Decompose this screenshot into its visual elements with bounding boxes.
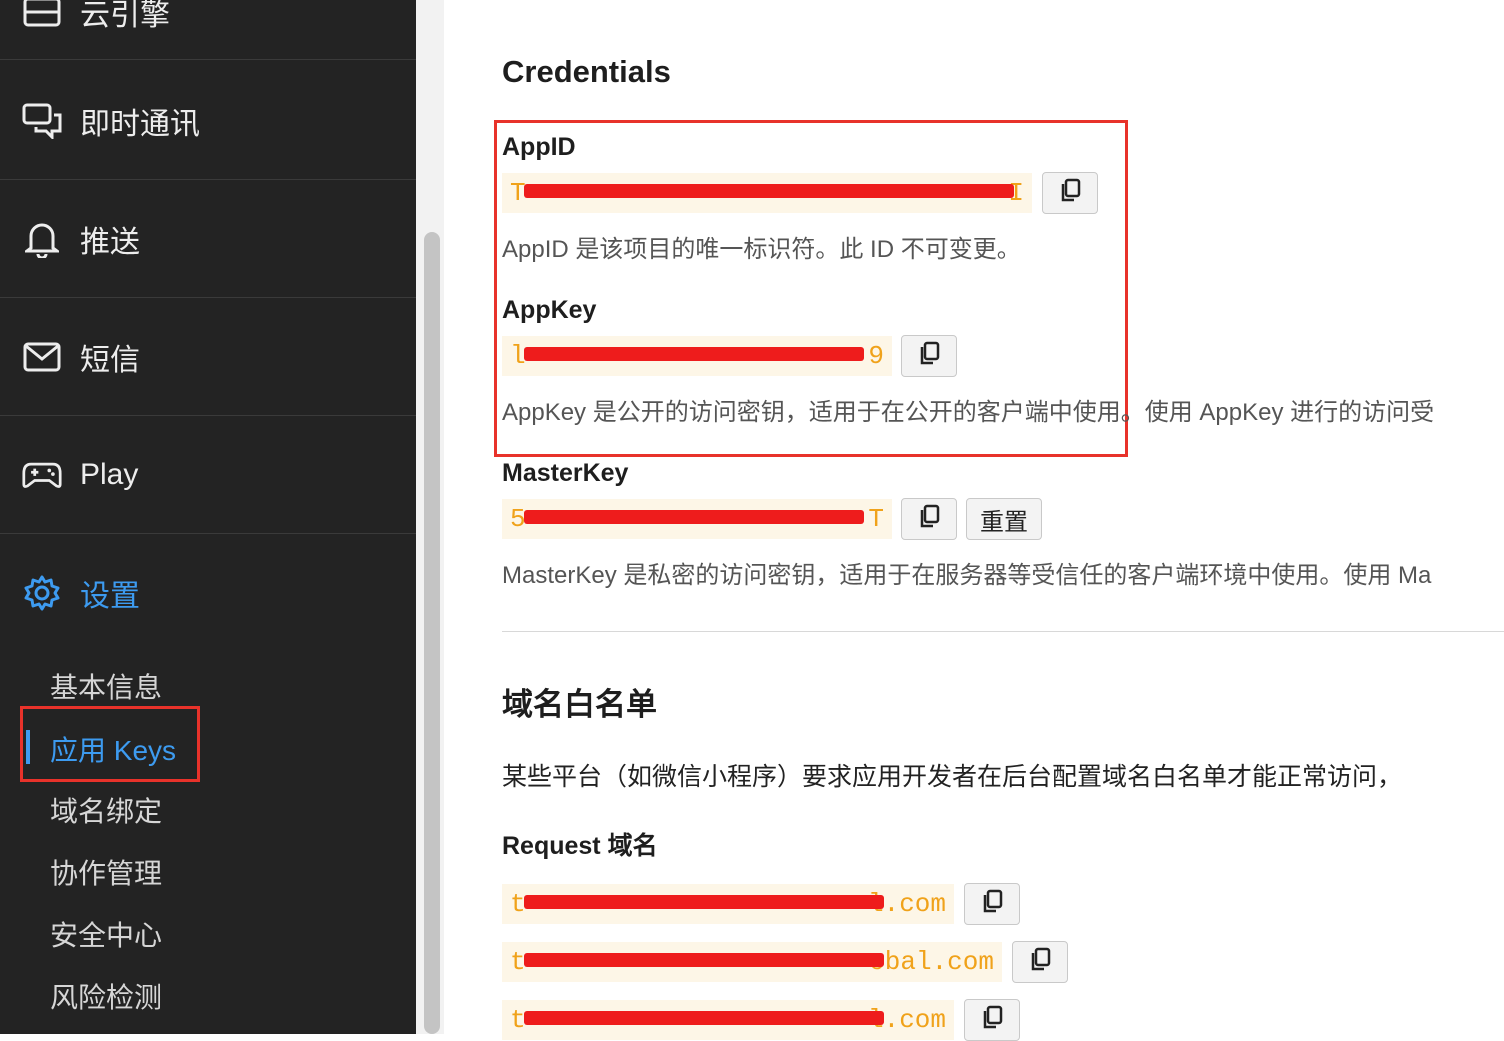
main-content: Credentials AppID T I AppID 是该项目的唯一标识符。此…	[444, 0, 1504, 1041]
redaction-mark	[524, 895, 884, 909]
sidebar-item-im[interactable]: 即时通讯	[0, 62, 416, 180]
gamepad-icon	[22, 455, 62, 495]
appkey-value[interactable]: l 9	[502, 336, 892, 376]
sidebar-item-label: Play	[80, 457, 139, 491]
sidebar-item-push[interactable]: 推送	[0, 180, 416, 298]
appid-label: AppID	[502, 133, 576, 161]
sidebar-item-play[interactable]: Play	[0, 416, 416, 534]
copy-icon	[981, 1005, 1003, 1036]
sidebar-item-sms[interactable]: 短信	[0, 298, 416, 416]
reset-masterkey-button[interactable]: 重置	[966, 498, 1042, 540]
sidebar: 云引擎 即时通讯 推送 短信 Play 设置 基本信息 应用 Keys 域名绑定…	[0, 0, 416, 1034]
request-domain-label: Request 域名	[502, 832, 658, 860]
redaction-mark	[524, 347, 864, 361]
redaction-mark	[524, 184, 1014, 198]
masterkey-label: MasterKey	[502, 459, 629, 487]
copy-icon	[918, 504, 940, 535]
redaction-mark	[524, 953, 884, 967]
copy-appkey-button[interactable]	[901, 335, 957, 377]
masterkey-description: MasterKey 是私密的访问密钥，适用于在服务器等受信任的客户端环境中使用。…	[502, 562, 1432, 589]
annotation-highlight-box	[20, 706, 200, 782]
copy-appid-button[interactable]	[1042, 172, 1098, 214]
sidebar-item-cloud-engine[interactable]: 云引擎	[0, 0, 416, 60]
server-icon	[22, 0, 62, 32]
sidebar-subitem-collaboration[interactable]: 协作管理	[50, 852, 162, 892]
whitelist-description: 某些平台（如微信小程序）要求应用开发者在后台配置域名白名单才能正常访问，	[502, 763, 1403, 791]
whitelist-title: 域名白名单	[502, 687, 657, 722]
chat-bubbles-icon	[22, 101, 62, 141]
sidebar-item-label: 云引擎	[80, 0, 170, 32]
copy-domain-button[interactable]	[964, 999, 1020, 1041]
envelope-icon	[22, 337, 62, 377]
section-divider	[502, 631, 1504, 632]
sidebar-item-label: 设置	[80, 580, 140, 613]
copy-domain-button[interactable]	[1012, 941, 1068, 983]
copy-icon	[1029, 947, 1051, 978]
appkey-description: AppKey 是公开的访问密钥，适用于在公开的客户端中使用。使用 AppKey …	[502, 399, 1435, 426]
request-domain-value[interactable]: t l.com	[502, 1000, 954, 1040]
sidebar-subitem-basic-info[interactable]: 基本信息	[50, 666, 162, 706]
sidebar-subitem-security[interactable]: 安全中心	[50, 914, 162, 954]
redaction-mark	[524, 510, 864, 524]
appid-value[interactable]: T I	[502, 173, 1032, 213]
sidebar-subitem-domain-binding[interactable]: 域名绑定	[50, 790, 162, 830]
copy-icon	[918, 341, 940, 372]
request-domain-value[interactable]: t l.com	[502, 884, 954, 924]
masterkey-value-end: T	[868, 504, 884, 534]
gear-icon	[22, 573, 62, 613]
copy-domain-button[interactable]	[964, 883, 1020, 925]
bell-icon	[22, 219, 62, 259]
redaction-mark	[524, 1011, 884, 1025]
request-domain-value[interactable]: t obal.com	[502, 942, 1002, 982]
appkey-value-end: 9	[868, 341, 884, 371]
sidebar-item-label: 短信	[80, 343, 140, 377]
scrollbar-thumb[interactable]	[424, 232, 440, 1034]
copy-icon	[981, 889, 1003, 920]
sidebar-item-label: 推送	[80, 225, 140, 259]
sidebar-subitem-risk-detection[interactable]: 风险检测	[50, 976, 162, 1016]
appkey-label: AppKey	[502, 296, 597, 324]
credentials-title: Credentials	[502, 54, 671, 89]
copy-icon	[1059, 178, 1081, 209]
appid-description: AppID 是该项目的唯一标识符。此 ID 不可变更。	[502, 236, 1021, 263]
sidebar-item-label: 即时通讯	[80, 107, 200, 141]
domain-suffix: obal.com	[869, 947, 994, 977]
copy-masterkey-button[interactable]	[901, 498, 957, 540]
masterkey-value[interactable]: 5 T	[502, 499, 892, 539]
sidebar-item-settings[interactable]: 设置	[0, 534, 416, 652]
